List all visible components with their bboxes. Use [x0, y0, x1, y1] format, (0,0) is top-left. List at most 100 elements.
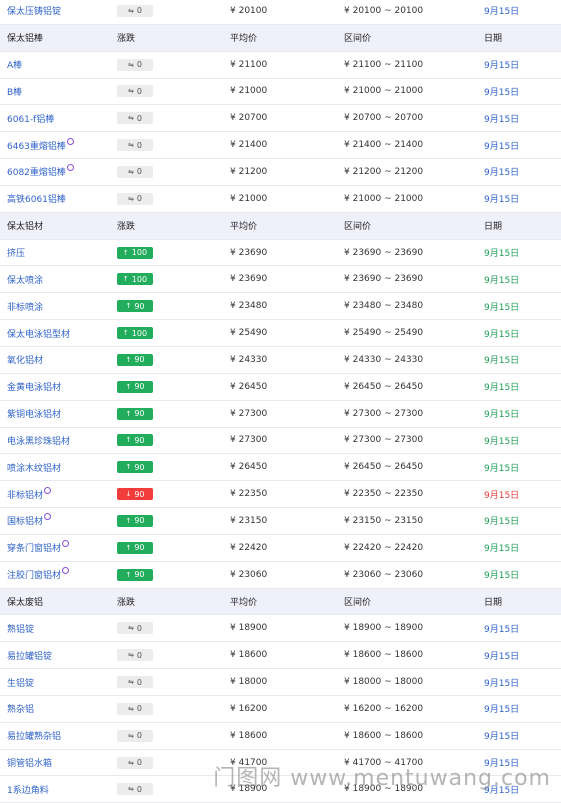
change-badge: ↑ 90: [117, 407, 153, 420]
product-link[interactable]: 非标喷涂: [7, 300, 43, 313]
product-link[interactable]: 铜管铝水箱: [7, 756, 52, 769]
name-cell: 生铝锭: [7, 669, 34, 695]
date: 9月15日: [484, 275, 520, 286]
change-cell: ⇋ 0: [117, 105, 153, 131]
product-link[interactable]: 非标铝材: [7, 488, 43, 501]
column-header-date: 日期: [484, 34, 503, 45]
date-cell: 9月15日: [484, 481, 519, 507]
average-price-cell: ¥ 23150: [230, 508, 267, 534]
table-row: 紫铜电泳铝材 ↑ 90 ¥ 27300 ¥ 27300 ~ 27300 9月15日: [0, 401, 561, 428]
average-price-cell: ¥ 18000: [230, 669, 267, 695]
average-price-cell: ¥ 21000: [230, 79, 267, 105]
note-icon[interactable]: [66, 164, 74, 172]
product-link[interactable]: 熟杂铝: [7, 702, 34, 715]
average-price-cell: ¥ 26450: [230, 454, 267, 480]
product-link[interactable]: 紫铜电泳铝材: [7, 407, 61, 420]
watermark: 门图网 www.mentuwang.com: [213, 766, 551, 791]
change-badge: ↑ 90: [117, 461, 153, 474]
change-value: 0: [136, 704, 142, 714]
section-title: 保太铝棒: [7, 34, 44, 45]
column-header-price-range: 区间价: [344, 34, 372, 45]
average-price-cell: ¥ 22350: [230, 481, 267, 507]
table-row: 穿条门窗铝材 ↑ 90 ¥ 22420 ¥ 22420 ~ 22420 9月15日: [0, 535, 561, 562]
table-row: 喷涂木纹铝材 ↑ 90 ¥ 26450 ¥ 26450 ~ 26450 9月15日: [0, 454, 561, 482]
price-range: ¥ 20700 ~ 20700: [344, 113, 424, 124]
product-link[interactable]: B棒: [7, 85, 22, 98]
price-range-cell: ¥ 23480 ~ 23480: [344, 293, 423, 319]
table-row: 金黄电泳铝材 ↑ 90 ¥ 26450 ¥ 26450 ~ 26450 9月15日: [0, 374, 561, 401]
name-cell: A棒: [7, 52, 22, 78]
product-link[interactable]: 生铝锭: [7, 676, 34, 689]
date-cell: 9月15日: [484, 562, 519, 588]
table-row: 氧化铝材 ↑ 90 ¥ 24330 ¥ 24330 ~ 24330 9月15日: [0, 347, 561, 374]
change-badge: ↑ 90: [117, 300, 153, 313]
up-arrow-icon: ↑: [125, 516, 132, 525]
flat-arrow-icon: ⇋: [128, 87, 134, 96]
product-link[interactable]: 穿条门窗铝材: [7, 541, 61, 554]
product-link[interactable]: 挤压: [7, 246, 25, 259]
product-link[interactable]: A棒: [7, 58, 22, 71]
date-cell: 9月15日: [484, 454, 519, 480]
change-cell: ⇋ 0: [117, 132, 153, 158]
product-link[interactable]: 喷涂木纹铝材: [7, 461, 61, 474]
change-value: 0: [136, 86, 142, 96]
note-icon[interactable]: [62, 540, 70, 548]
note-icon[interactable]: [62, 567, 70, 575]
date: 9月15日: [484, 490, 520, 501]
product-link[interactable]: 保太喷涂: [7, 273, 43, 286]
price-range-cell: ¥ 25490 ~ 25490: [344, 320, 423, 346]
note-icon[interactable]: [44, 486, 52, 494]
change-value: 100: [131, 328, 148, 338]
product-link[interactable]: 电泳黑珍珠铝材: [7, 434, 70, 447]
product-link[interactable]: 1系边角料: [7, 783, 49, 796]
name-cell: 氧化铝材: [7, 347, 43, 373]
average-price-cell: ¥ 18900: [230, 615, 267, 641]
date-cell: 9月15日: [484, 535, 519, 561]
change-value: 0: [136, 194, 142, 204]
price-table: 保太压铸铝锭 ⇋ 0 ¥ 20100 ¥ 20100 ~ 20100 9月15日 保太铝棒涨…: [0, 0, 561, 803]
price-range: ¥ 21200 ~ 21200: [344, 166, 424, 177]
date-cell: 9月15日: [484, 401, 519, 427]
change-value: 90: [134, 435, 145, 445]
name-cell: 保太铝棒: [7, 25, 43, 51]
change-badge: ⇋ 0: [117, 756, 153, 769]
date: 9月15日: [484, 678, 520, 689]
date-cell: 9月15日: [484, 293, 519, 319]
product-link[interactable]: 6463重熔铝棒: [7, 139, 66, 152]
product-link[interactable]: 熟铝锭: [7, 622, 34, 635]
product-link[interactable]: 注胶门窗铝材: [7, 568, 61, 581]
product-link[interactable]: 国标铝材: [7, 514, 43, 527]
column-header-average-price: 平均价: [230, 222, 258, 233]
column-header-date: 日期: [484, 597, 503, 608]
product-link[interactable]: 易拉罐熟杂铝: [7, 729, 61, 742]
change-cell: ⇋ 0: [117, 52, 153, 78]
product-link[interactable]: 易拉罐铝锭: [7, 649, 52, 662]
product-link[interactable]: 6061-f铝棒: [7, 112, 54, 125]
date-cell: 9月15日: [484, 347, 519, 373]
name-cell: 保太压铸铝锭: [7, 0, 61, 24]
date: 9月15日: [484, 114, 520, 125]
change-cell: ⇋ 0: [117, 0, 153, 24]
table-row: 保太压铸铝锭 ⇋ 0 ¥ 20100 ¥ 20100 ~ 20100 9月15日: [0, 0, 561, 25]
price-range: ¥ 27300 ~ 27300: [344, 408, 424, 419]
product-link[interactable]: 高铁6061铝棒: [7, 192, 66, 205]
product-link[interactable]: 保太电泳铝型材: [7, 327, 70, 340]
product-link[interactable]: 保太压铸铝锭: [7, 4, 61, 17]
change-badge: ⇋ 0: [117, 676, 153, 689]
change-badge: ⇋ 0: [117, 139, 153, 152]
change-badge: ↑ 100: [117, 327, 153, 340]
up-arrow-icon: ↑: [122, 248, 129, 257]
average-price: ¥ 26450: [230, 462, 268, 473]
price-range-cell: ¥ 27300 ~ 27300: [344, 428, 423, 454]
name-cell: 1系边角料: [7, 776, 49, 802]
product-link[interactable]: 金黄电泳铝材: [7, 380, 61, 393]
note-icon[interactable]: [44, 513, 52, 521]
average-price: ¥ 22350: [230, 489, 268, 500]
note-icon[interactable]: [66, 137, 74, 145]
product-link[interactable]: 6082重熔铝棒: [7, 165, 66, 178]
product-link[interactable]: 氧化铝材: [7, 353, 43, 366]
change-cell: ↑ 90: [117, 562, 153, 588]
name-cell: 保太废铝: [7, 589, 43, 615]
table-row: 易拉罐铝锭 ⇋ 0 ¥ 18600 ¥ 18600 ~ 18600 9月15日: [0, 642, 561, 670]
average-price-cell: ¥ 23690: [230, 266, 267, 292]
